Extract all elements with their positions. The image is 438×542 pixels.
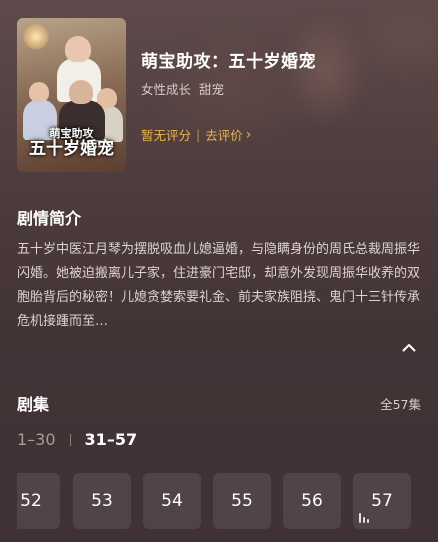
poster-lamp — [23, 24, 49, 50]
episode-tile[interactable]: 54 — [143, 473, 201, 529]
poster-figure — [65, 36, 91, 62]
poster-title-line2: 五十岁婚宠 — [29, 139, 114, 159]
poster-figure — [69, 80, 93, 104]
episode-number: 57 — [371, 491, 393, 511]
rate-button[interactable]: 去评价 › — [205, 125, 251, 144]
collapse-button[interactable] — [398, 336, 420, 358]
episode-tile[interactable]: 53 — [73, 473, 131, 529]
tag-label: 甜宠 — [199, 82, 225, 97]
playing-icon — [359, 513, 369, 523]
range-tab-31-57[interactable]: 31–57 — [85, 430, 138, 449]
episode-tile[interactable]: 56 — [283, 473, 341, 529]
chevron-right-icon: › — [245, 126, 252, 143]
drama-title: 萌宝助攻：五十岁婚宠 — [141, 52, 316, 72]
synopsis-text: 五十岁中医江月琴为摆脱吸血儿媳逼婚，与隐瞒身份的周氏总裁周振华闪婚。她被迫搬离儿… — [17, 242, 421, 329]
header-backdrop — [150, 0, 438, 210]
rating-text: 暂无评分 — [141, 128, 192, 143]
range-tab-1-30[interactable]: 1–30 — [17, 430, 56, 449]
rating-row: 暂无评分 | 去评价 › — [141, 125, 251, 144]
episode-tile[interactable]: 55 — [213, 473, 271, 529]
episode-number: 52 — [20, 491, 42, 511]
rate-label: 去评价 — [205, 128, 243, 143]
poster-title: 萌宝助攻 五十岁婚宠 — [17, 128, 126, 158]
range-divider — [69, 433, 71, 446]
episode-number: 56 — [301, 491, 323, 511]
episodes-heading: 剧集 — [17, 395, 50, 414]
chevron-up-icon — [402, 343, 416, 351]
rating-divider: | — [196, 127, 201, 142]
poster-title-line1: 萌宝助攻 — [49, 127, 94, 140]
episode-list: 52 53 54 55 56 57 — [17, 473, 438, 531]
episode-tile[interactable]: 52 — [17, 473, 60, 529]
episode-tile-playing[interactable]: 57 — [353, 473, 411, 529]
synopsis-heading: 剧情简介 — [17, 209, 82, 228]
episode-total[interactable]: 全57集 — [380, 394, 421, 413]
tag-label: 女性成长 — [141, 82, 192, 97]
drama-tags: 女性成长 甜宠 — [141, 79, 224, 98]
episode-number: 53 — [91, 491, 113, 511]
episode-number: 55 — [231, 491, 253, 511]
drama-poster[interactable]: 萌宝助攻 五十岁婚宠 — [17, 18, 126, 172]
episode-range-tabs: 1–30 31–57 — [17, 430, 137, 449]
episode-number: 54 — [161, 491, 183, 511]
poster-figure — [29, 82, 49, 102]
